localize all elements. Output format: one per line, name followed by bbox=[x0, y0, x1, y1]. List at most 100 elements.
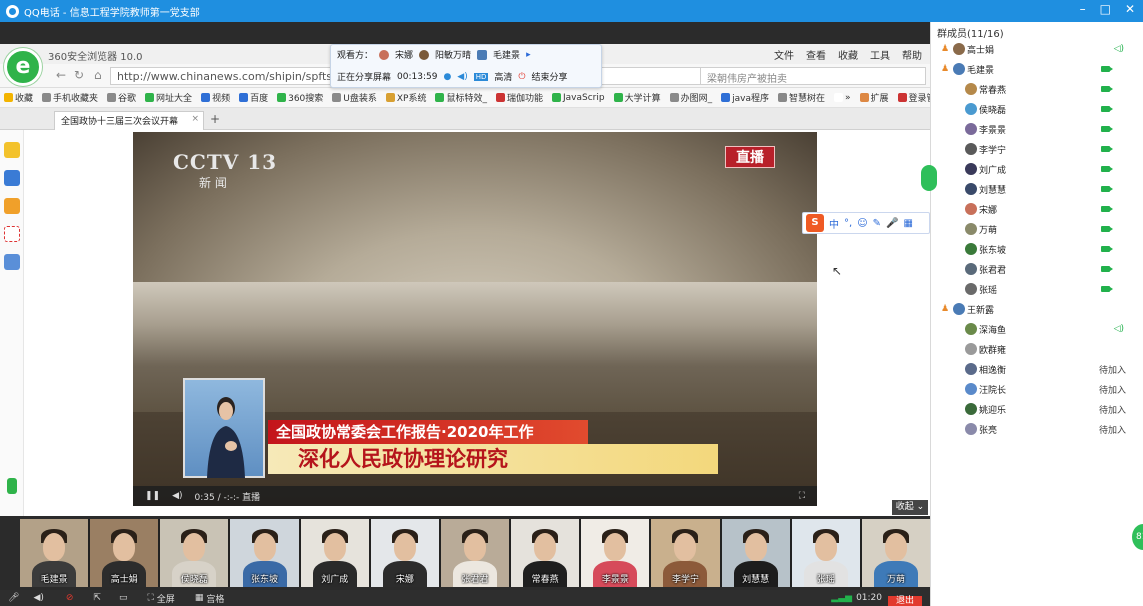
ime-grid-icon[interactable]: ▦ bbox=[903, 218, 912, 229]
maximize-button[interactable]: □ bbox=[1100, 2, 1111, 16]
fullscreen-icon[interactable]: ⛶ bbox=[147, 593, 153, 603]
participant-video-tile[interactable]: 常春燕 bbox=[511, 519, 580, 587]
participant-video-tile[interactable]: 张东坡 bbox=[230, 519, 299, 587]
menu-view[interactable]: 查看 bbox=[806, 47, 826, 62]
bookmark-item[interactable]: 扩展 bbox=[859, 91, 889, 104]
bookmark-item[interactable]: 360搜索 bbox=[277, 91, 323, 104]
tab-active[interactable]: 全国政协十三届三次会议开幕 × bbox=[54, 111, 204, 130]
bookmark-item[interactable]: java程序 bbox=[721, 91, 769, 104]
news-icon[interactable] bbox=[4, 170, 20, 186]
bookmark-item[interactable]: 登录管家 bbox=[897, 91, 930, 104]
home-icon[interactable]: ⌂ bbox=[94, 68, 102, 82]
tab-close-icon[interactable]: × bbox=[191, 114, 199, 124]
participant-video-tile[interactable]: 高士娟 bbox=[90, 519, 159, 587]
mic-icon[interactable]: ● bbox=[443, 72, 451, 82]
menu-favorites[interactable]: 收藏 bbox=[838, 47, 858, 62]
ime-punct-icon[interactable]: °, bbox=[844, 218, 852, 229]
member-row[interactable]: 刘慧慧 bbox=[931, 179, 1143, 199]
browser-search-input[interactable]: 梁朝伟房产被拍卖 bbox=[700, 67, 926, 85]
member-row[interactable]: 李景景 bbox=[931, 119, 1143, 139]
participant-video-tile[interactable]: 李景景 bbox=[581, 519, 650, 587]
bookmark-item[interactable]: 大学计算 bbox=[613, 91, 661, 104]
member-row[interactable]: 张亮 待加入 bbox=[931, 419, 1143, 439]
bookmark-item[interactable]: 鼠标特效_ bbox=[435, 91, 487, 104]
exit-button[interactable]: 退出 bbox=[888, 596, 922, 606]
bookmark-item[interactable]: 智慧树在 bbox=[777, 91, 825, 104]
close-button[interactable]: ✕ bbox=[1125, 2, 1135, 16]
stop-share-button[interactable]: 结束分享 bbox=[532, 70, 568, 83]
member-row[interactable]: 相逸衡 待加入 bbox=[931, 359, 1143, 379]
bookmark-item[interactable]: 收藏 bbox=[4, 91, 33, 104]
quality-button[interactable]: 高清 bbox=[494, 70, 512, 83]
collapse-button[interactable]: 收起 ⌄ bbox=[892, 500, 928, 515]
speaker-icon[interactable]: ◀) bbox=[33, 593, 43, 603]
refresh-icon[interactable]: ↻ bbox=[74, 68, 84, 82]
fullscreen-button[interactable]: 全屏 bbox=[157, 592, 175, 605]
minimize-button[interactable]: – bbox=[1080, 2, 1086, 16]
member-row[interactable]: 汪院长 待加入 bbox=[931, 379, 1143, 399]
bookmark-item[interactable]: 瑞伽功能 bbox=[495, 91, 543, 104]
bookmark-item[interactable]: U盘装系 bbox=[332, 91, 377, 104]
sogou-ime-bar[interactable]: S 中 °, ☺ ✎ 🎤 ▦ bbox=[802, 212, 930, 234]
participant-video-tile[interactable]: 刘慧慧 bbox=[721, 519, 790, 587]
member-row[interactable]: 姚迎乐 待加入 bbox=[931, 399, 1143, 419]
member-row[interactable]: 张东坡 bbox=[931, 239, 1143, 259]
participant-video-tile[interactable]: 万萌 bbox=[861, 519, 931, 587]
back-icon[interactable]: ← bbox=[56, 68, 66, 82]
member-row[interactable]: 万萌 bbox=[931, 219, 1143, 239]
menu-file[interactable]: 文件 bbox=[774, 47, 794, 62]
ime-emoji-icon[interactable]: ☺ bbox=[857, 218, 867, 229]
microphone-icon[interactable]: 🎤︎ bbox=[8, 593, 19, 603]
pause-icon[interactable]: ❚❚ bbox=[145, 491, 160, 501]
weibo-icon[interactable] bbox=[4, 198, 20, 214]
chevron-right-icon[interactable]: ▸ bbox=[526, 50, 531, 60]
bookmark-item[interactable]: 谷歌 bbox=[107, 91, 136, 104]
notes-icon[interactable] bbox=[4, 254, 20, 270]
member-row[interactable]: 刘广成 bbox=[931, 159, 1143, 179]
menu-help[interactable]: 帮助 bbox=[902, 47, 922, 62]
member-row[interactable]: 张君君 bbox=[931, 259, 1143, 279]
ime-pen-icon[interactable]: ✎ bbox=[873, 218, 881, 229]
participant-video-tile[interactable]: 李学宁 bbox=[651, 519, 720, 587]
bookmark-item[interactable]: 手机收藏夹 bbox=[42, 91, 98, 104]
bookmark-item[interactable]: 视频 bbox=[201, 91, 230, 104]
member-row[interactable]: ♟ 高士娟 ◁) bbox=[931, 39, 1143, 59]
member-row[interactable]: 常春燕 bbox=[931, 79, 1143, 99]
participant-video-tile[interactable]: 宋娜 bbox=[370, 519, 439, 587]
bookmark-item[interactable]: 百度 bbox=[239, 91, 268, 104]
bookmark-item[interactable]: JavaScrip bbox=[552, 93, 605, 103]
participant-video-tile[interactable]: 毛建景 bbox=[20, 519, 89, 587]
menu-tools[interactable]: 工具 bbox=[870, 47, 890, 62]
chat-icon[interactable]: ▭ bbox=[119, 593, 128, 603]
member-row[interactable]: ♟ 毛建景 bbox=[931, 59, 1143, 79]
star-icon[interactable] bbox=[4, 142, 20, 158]
bookmark-item[interactable]: » bbox=[834, 93, 851, 103]
volume-icon[interactable]: ◀) bbox=[172, 491, 182, 501]
grid-icon[interactable]: ▦ bbox=[195, 593, 204, 603]
member-row[interactable]: 宋娜 bbox=[931, 199, 1143, 219]
ime-mic-icon[interactable]: 🎤 bbox=[886, 218, 898, 229]
ime-chinese[interactable]: 中 bbox=[829, 216, 839, 231]
new-tab-button[interactable]: + bbox=[210, 112, 220, 126]
bookmark-item[interactable]: 网址大全 bbox=[145, 91, 192, 104]
member-row[interactable]: 张瑶 bbox=[931, 279, 1143, 299]
share-screen-icon[interactable]: ⇱ bbox=[93, 593, 101, 603]
participant-video-tile[interactable]: 侯晓磊 bbox=[160, 519, 229, 587]
video-fullscreen-icon[interactable]: ⛶ bbox=[799, 491, 805, 501]
bookmark-item[interactable]: 办图网_ bbox=[669, 91, 712, 104]
member-row[interactable]: 欧群雍 bbox=[931, 339, 1143, 359]
screenshot-icon[interactable] bbox=[4, 226, 20, 242]
member-row[interactable]: 深海鱼 ◁) bbox=[931, 319, 1143, 339]
bookmark-item[interactable]: XP系统 bbox=[385, 91, 426, 104]
member-row[interactable]: 侯晓磊 bbox=[931, 99, 1143, 119]
speaker-icon[interactable]: ◀) bbox=[457, 72, 467, 82]
news-video[interactable]: CCTV 13 新 闻 直播 全国政协常委会工作报告·2020年工作 深化人民政… bbox=[133, 132, 817, 506]
participant-video-tile[interactable]: 刘广成 bbox=[300, 519, 369, 587]
member-row[interactable]: 李学宁 bbox=[931, 139, 1143, 159]
camera-off-icon[interactable]: ⊘ bbox=[66, 593, 74, 603]
member-row[interactable]: ♟ 王新露 bbox=[931, 299, 1143, 319]
floating-widget-icon[interactable] bbox=[921, 165, 937, 191]
participant-video-tile[interactable]: 张君君 bbox=[440, 519, 510, 587]
participant-video-tile[interactable]: 张瑶 bbox=[791, 519, 860, 587]
grid-button[interactable]: 宫格 bbox=[206, 592, 224, 605]
